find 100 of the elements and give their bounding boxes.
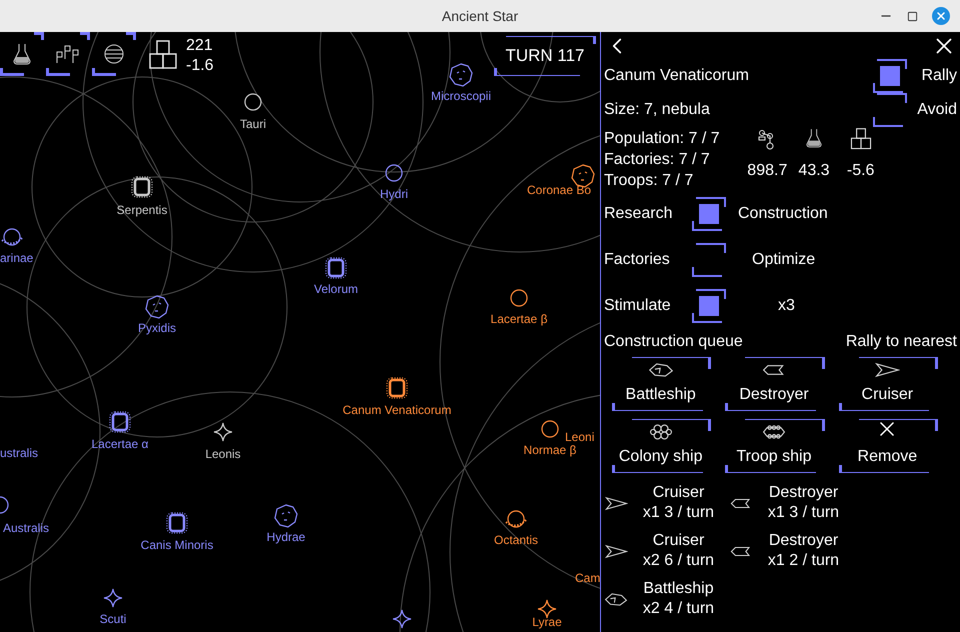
system-label: Cam — [575, 571, 600, 585]
nebula-icon[interactable] — [164, 510, 190, 536]
population-text: Population: 7 / 7 — [604, 129, 721, 149]
close-button[interactable] — [932, 7, 950, 25]
nebula-icon[interactable] — [129, 174, 155, 200]
toggle-label: Factories — [604, 250, 671, 270]
nebula-icon[interactable] — [323, 255, 349, 281]
stat-value: 43.3 — [798, 161, 830, 181]
queue-ship-name: Destroyer — [768, 483, 838, 503]
boxes-icon — [850, 128, 872, 150]
system-label: Octantis — [494, 533, 538, 547]
size-text: Size: 7, nebula — [604, 100, 711, 120]
system-label: Tauri — [240, 117, 266, 131]
cruiser-icon — [604, 542, 628, 560]
system-label: Lyrae — [532, 615, 562, 629]
queue-ship-name: Cruiser — [652, 531, 704, 551]
system-label: Hydri — [380, 187, 408, 201]
stat-value: 898.7 — [747, 161, 788, 181]
planet-icon[interactable] — [273, 503, 299, 529]
queue-ship-rate: x2 6 / turn — [642, 551, 714, 571]
planet-icon — [103, 43, 125, 65]
sparkle-star-icon[interactable] — [392, 609, 412, 629]
build-button[interactable]: Remove — [830, 417, 944, 475]
build-button[interactable]: Battleship — [604, 355, 718, 413]
avoid-label: Avoid — [916, 100, 957, 120]
build-button[interactable]: Destroyer — [717, 355, 831, 413]
flags-button[interactable] — [46, 32, 90, 76]
system-label: Leonis — [205, 447, 241, 461]
nebula-icon[interactable] — [384, 375, 410, 401]
window-title: Ancient Star — [442, 6, 518, 26]
build-button[interactable]: Troop ship — [717, 417, 831, 475]
flask-icon — [13, 43, 31, 65]
troops-text: Troops: 7 / 7 — [604, 171, 694, 191]
queue-item[interactable]: Destroyer x1 3 / turn — [729, 479, 854, 527]
checkbox[interactable] — [873, 59, 907, 93]
system-label: arinae — [0, 251, 34, 265]
rally-to-nearest-button[interactable]: Rally to nearest — [846, 330, 957, 354]
queue-ship-name: Destroyer — [768, 531, 838, 551]
cruiser-icon — [874, 361, 900, 379]
system-label: Velorum — [314, 282, 358, 296]
queue-item[interactable]: Battleship x2 4 / turn — [604, 575, 729, 623]
toggle-label: Research — [604, 204, 674, 224]
battleship-icon — [648, 361, 674, 379]
system-label: Pyxidis — [138, 321, 176, 335]
queue-item[interactable]: Destroyer x1 2 / turn — [729, 527, 854, 575]
sparkle-star-icon[interactable] — [103, 588, 123, 608]
production-delta: -1.6 — [186, 56, 214, 76]
checkbox[interactable] — [692, 197, 726, 231]
sparkle-star-icon[interactable] — [537, 599, 557, 619]
planet-icon[interactable] — [448, 62, 474, 88]
boxes-icon — [148, 40, 178, 70]
flask-icon — [806, 128, 822, 148]
system-label: Canis Minoris — [140, 538, 214, 552]
maximize-icon — [907, 10, 918, 22]
battleship-icon — [604, 590, 628, 608]
checkbox[interactable] — [692, 289, 726, 323]
factories-text: Factories: 7 / 7 — [604, 150, 711, 170]
queue-item[interactable]: Cruiser x2 6 / turn — [604, 527, 729, 575]
queue-item[interactable]: Cruiser x1 3 / turn — [604, 479, 729, 527]
toggle-label: Stimulate — [604, 296, 672, 316]
system-title: Canum Venaticorum — [604, 66, 750, 86]
nebula-icon[interactable] — [107, 409, 133, 435]
system-label: ustralis — [0, 446, 38, 460]
queue-ship-rate: x1 2 / turn — [768, 551, 840, 571]
queue-ship-rate: x1 3 / turn — [768, 503, 840, 523]
checkbox[interactable] — [873, 93, 907, 127]
queue-ship-rate: x1 3 / turn — [642, 503, 714, 523]
flags-icon — [55, 43, 81, 65]
planets-button[interactable] — [92, 32, 136, 76]
system-label: Microscopii — [431, 89, 491, 103]
system-label: Serpentis — [116, 203, 168, 217]
research-button[interactable] — [0, 32, 44, 76]
toggle-option: x3 — [778, 294, 795, 318]
queue-ship-rate: x2 4 / turn — [642, 599, 714, 619]
production-value: 221 — [186, 36, 214, 56]
maximize-button[interactable] — [907, 10, 918, 22]
toggle-option: Optimize — [752, 248, 816, 272]
stat-value: -5.6 — [846, 161, 874, 181]
system-label: Canum Venaticorum — [342, 403, 452, 417]
system-label: Coronae Bo — [527, 183, 592, 197]
queue-ship-name: Battleship — [643, 579, 714, 599]
planet-icon[interactable] — [144, 294, 170, 320]
system-label: Hydrae — [266, 530, 306, 544]
system-label: Lacertae α — [92, 437, 148, 451]
close-icon — [935, 10, 947, 22]
system-label: Leoni — [565, 430, 594, 444]
troop-ship-icon — [760, 423, 787, 441]
queue-ship-name: Cruiser — [652, 483, 704, 503]
build-button[interactable]: Colony ship — [604, 417, 718, 475]
system-label: Lacertae β — [490, 312, 548, 326]
system-label: Australis — [3, 521, 50, 535]
sparkle-star-icon[interactable] — [213, 422, 233, 442]
queue-title: Construction queue — [604, 332, 743, 352]
build-button[interactable]: Cruiser — [830, 355, 944, 413]
cruiser-icon — [604, 494, 628, 512]
colony-ship-icon — [648, 423, 674, 441]
system-label: Normae β — [524, 443, 576, 457]
rally-label: Rally — [920, 66, 957, 86]
checkbox[interactable] — [692, 243, 726, 277]
toggle-option: Construction — [738, 202, 828, 226]
